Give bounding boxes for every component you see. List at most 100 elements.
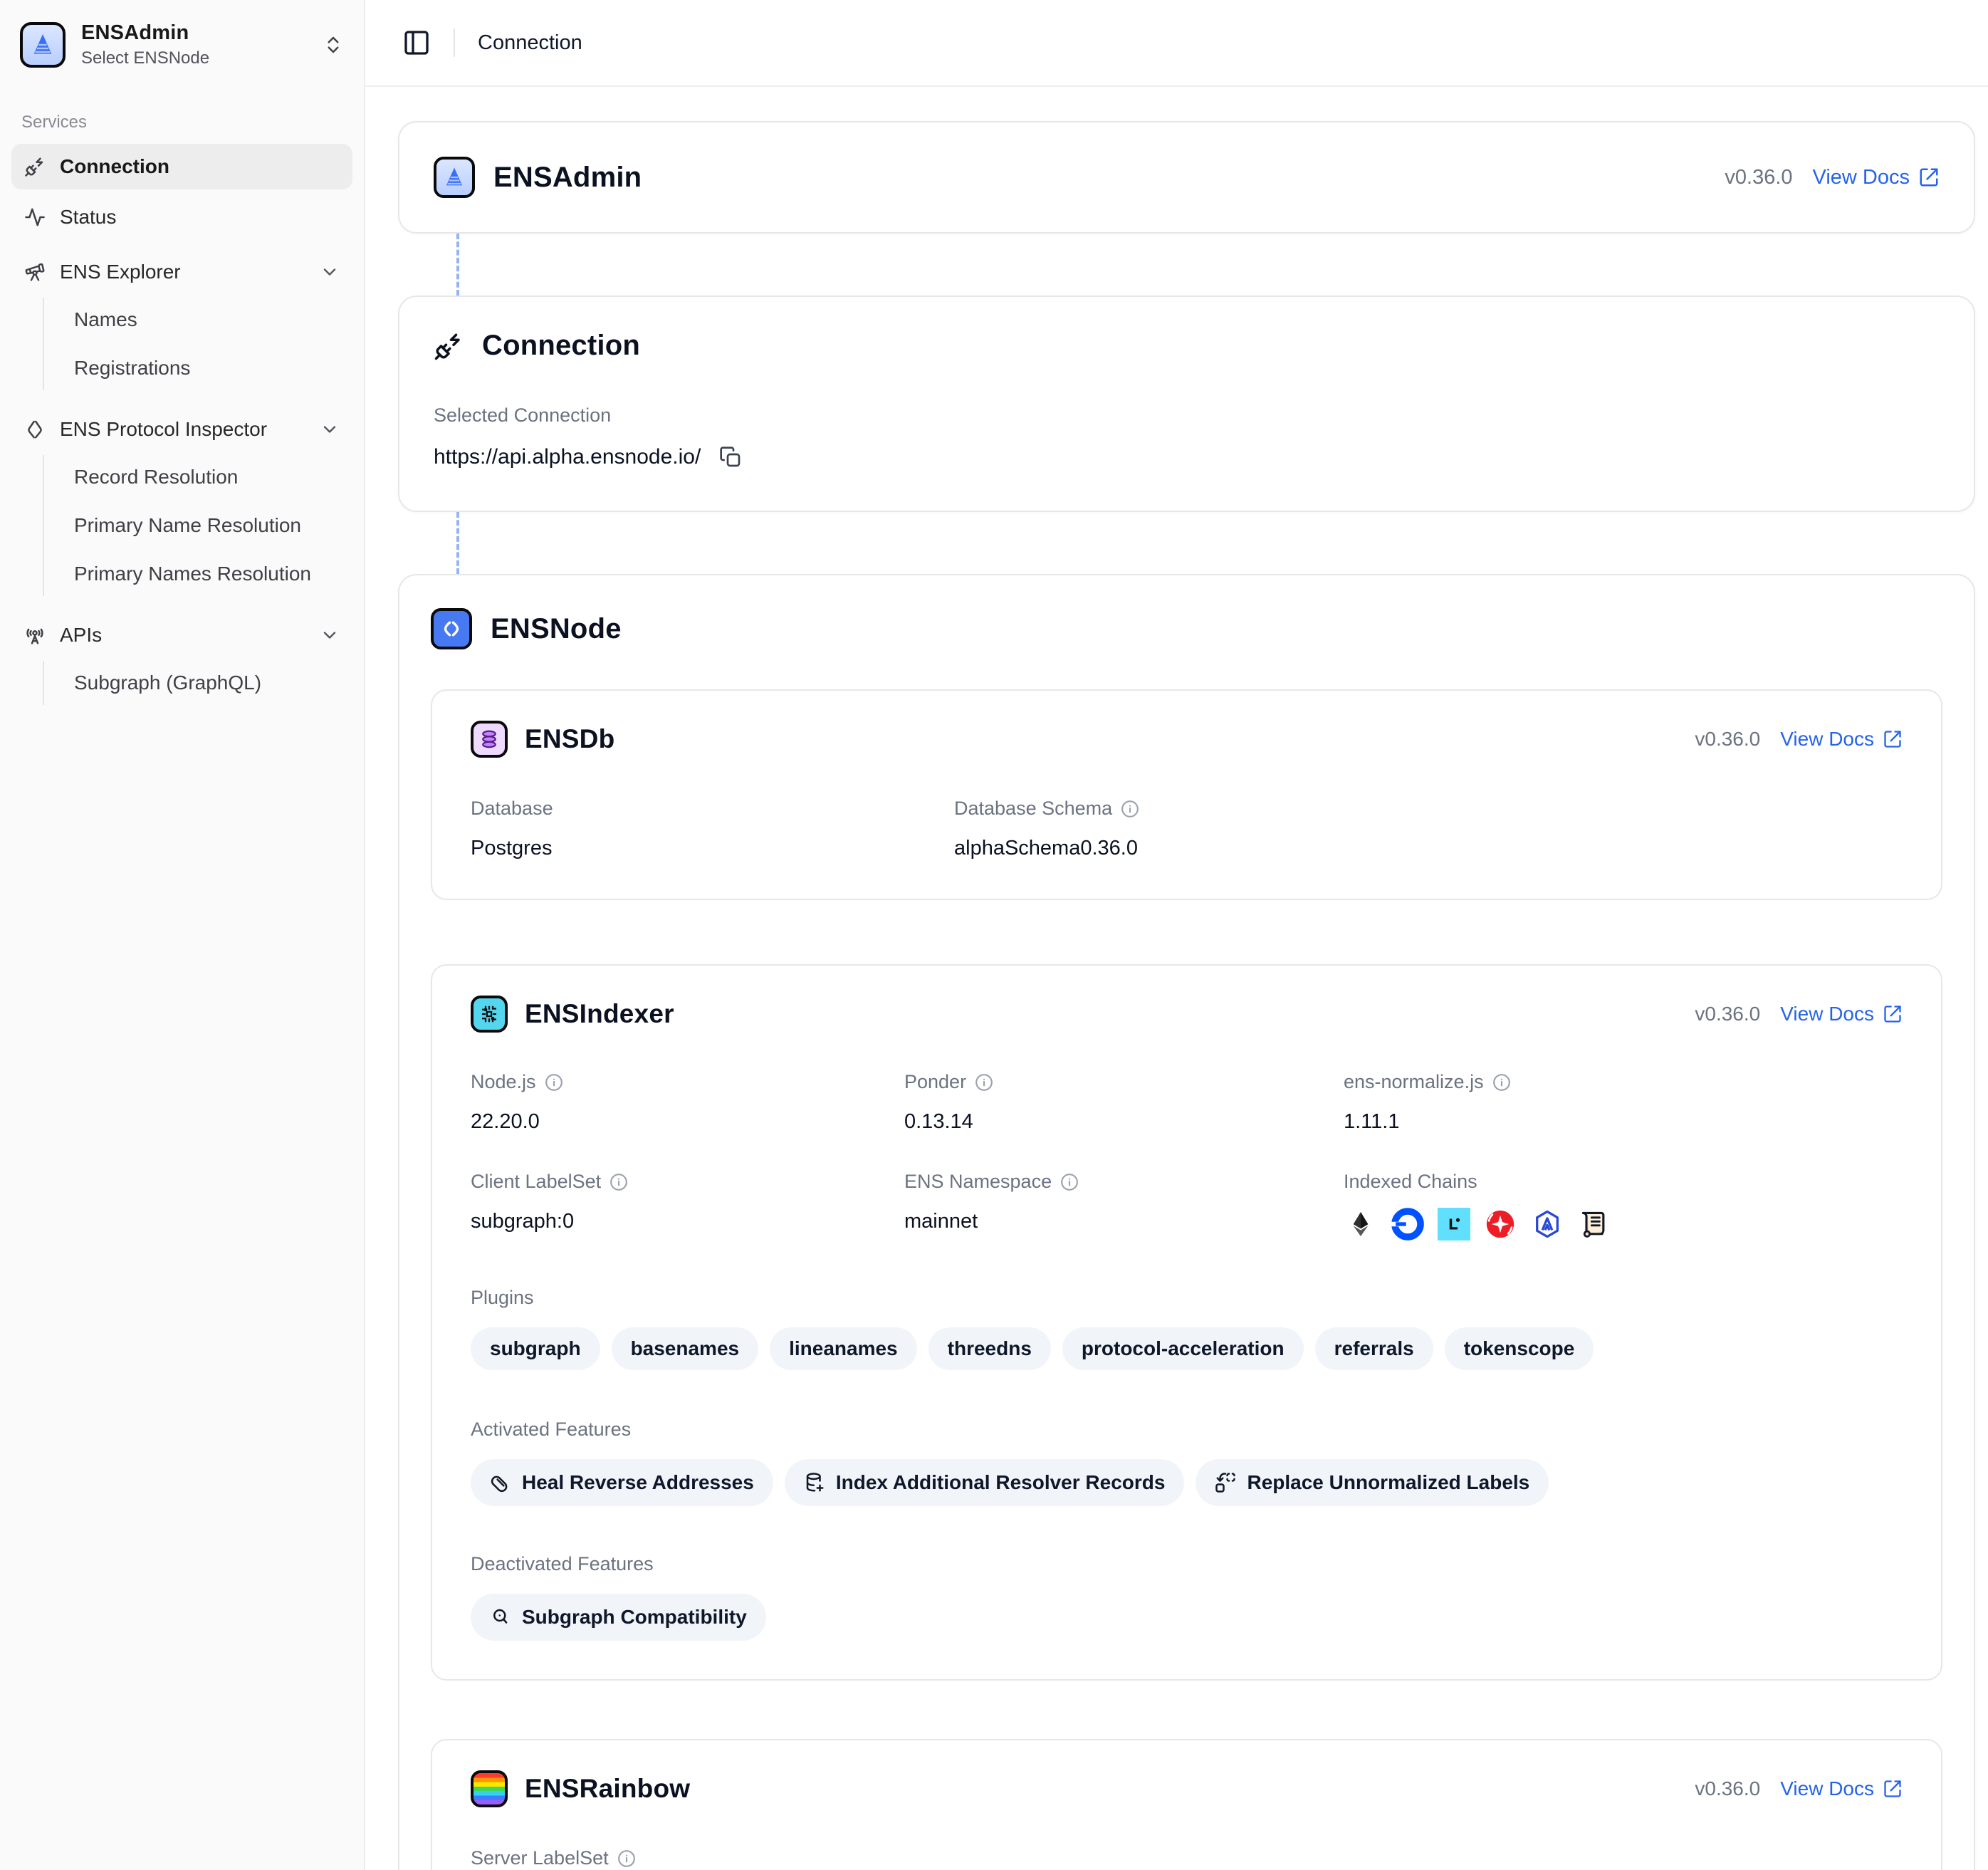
activity-icon <box>24 207 46 228</box>
plugin-chip: lineanames <box>770 1327 917 1370</box>
info-icon[interactable] <box>1492 1073 1511 1092</box>
info-icon[interactable] <box>610 1173 628 1191</box>
sidebar-item-apis[interactable]: APIs <box>11 612 352 658</box>
indexed-chains-label: Indexed Chains <box>1344 1171 1903 1193</box>
sidebar-item-ens-explorer[interactable]: ENS Explorer <box>11 249 352 295</box>
sidebar-item-record-resolution[interactable]: Record Resolution <box>63 455 352 499</box>
chain-arbitrum-icon <box>1530 1207 1564 1241</box>
plugin-chip: protocol-acceleration <box>1062 1327 1304 1370</box>
info-icon[interactable] <box>545 1073 563 1092</box>
feature-chip-heal-reverse-addresses: Heal Reverse Addresses <box>471 1459 773 1506</box>
ensrainbow-view-docs-link[interactable]: View Docs <box>1780 1777 1903 1800</box>
plug-zap-icon <box>24 156 46 177</box>
field-indexed-chains: Indexed Chains <box>1344 1171 1903 1241</box>
sidebar-nav: Connection Status ENS Explorer Names Reg… <box>11 144 352 712</box>
database-plus-icon <box>804 1472 825 1493</box>
angle-brackets-icon <box>439 617 464 641</box>
plugin-chip: subgraph <box>471 1327 600 1370</box>
field-database: Database Postgres <box>471 798 954 860</box>
sidebar-item-primary-names-resolution[interactable]: Primary Names Resolution <box>63 552 352 596</box>
app-title: ENSAdmin <box>81 21 209 45</box>
chevron-down-icon[interactable] <box>320 262 340 282</box>
activated-features-row: Heal Reverse Addresses Index Additional … <box>471 1459 1903 1506</box>
external-link-icon <box>1883 1004 1903 1024</box>
field-database-schema: Database Schema alphaSchema0.36.0 <box>954 798 1903 860</box>
field-ponder: Ponder 0.13.14 <box>904 1071 1344 1134</box>
sidebar-item-ens-protocol-inspector[interactable]: ENS Protocol Inspector <box>11 407 352 452</box>
sidebar-item-subgraph-graphql[interactable]: Subgraph (GraphQL) <box>63 661 352 705</box>
feature-chip-subgraph-compatibility: Subgraph Compatibility <box>471 1594 766 1641</box>
external-link-icon <box>1883 1779 1903 1799</box>
ensnode-card: ENSNode ENSDb v0.36.0 View Docs <box>398 574 1975 1870</box>
ensindexer-card-title: ENSIndexer <box>525 999 674 1029</box>
ensindexer-view-docs-link[interactable]: View Docs <box>1780 1003 1903 1025</box>
breadcrumb: Connection <box>478 31 582 55</box>
ensrainbow-logo <box>471 1770 508 1807</box>
ensadmin-logo <box>20 22 66 68</box>
connection-card-title: Connection <box>482 330 640 362</box>
feature-chip-index-additional-resolver-records: Index Additional Resolver Records <box>785 1459 1185 1506</box>
ensdb-card-title: ENSDb <box>525 724 614 754</box>
ens-triangle-icon <box>28 31 57 59</box>
ensdb-view-docs-link[interactable]: View Docs <box>1780 728 1903 751</box>
pill-icon <box>490 1472 511 1493</box>
chevrons-up-down-icon[interactable] <box>323 34 344 56</box>
topbar-divider <box>454 28 455 57</box>
sidebar-item-label: ENS Protocol Inspector <box>60 418 267 441</box>
info-icon[interactable] <box>1060 1173 1079 1191</box>
ensadmin-card: ENSAdmin v0.36.0 View Docs <box>398 121 1975 234</box>
feature-chip-replace-unnormalized-labels: Replace Unnormalized Labels <box>1196 1459 1549 1506</box>
field-server-labelset: Server LabelSet subgraph:0 <box>471 1847 1903 1870</box>
ensnode-selector[interactable]: ENSAdmin Select ENSNode <box>11 14 352 75</box>
copy-url-button[interactable] <box>719 446 742 469</box>
sidebar-item-status[interactable]: Status <box>11 194 352 240</box>
ensnode-logo <box>431 608 472 649</box>
deactivated-features-label: Deactivated Features <box>471 1553 1903 1575</box>
search-check-icon <box>490 1607 511 1628</box>
ensadmin-version: v0.36.0 <box>1725 166 1792 189</box>
telescope-icon <box>24 261 46 283</box>
connection-card: Connection Selected Connection https://a… <box>398 296 1975 512</box>
topbar: Connection <box>365 0 1988 87</box>
ensindexer-logo <box>471 996 508 1033</box>
deactivated-features-row: Subgraph Compatibility <box>471 1594 1903 1641</box>
plugin-chip: threedns <box>928 1327 1051 1370</box>
ensrainbow-card-title: ENSRainbow <box>525 1774 690 1804</box>
apis-sublist: Subgraph (GraphQL) <box>43 661 352 705</box>
info-icon[interactable] <box>617 1849 636 1868</box>
replace-icon <box>1215 1472 1236 1493</box>
app-subtitle: Select ENSNode <box>81 48 209 68</box>
chevron-down-icon[interactable] <box>320 419 340 439</box>
radio-tower-icon <box>24 625 46 646</box>
info-icon[interactable] <box>975 1073 993 1092</box>
ensdb-version: v0.36.0 <box>1695 728 1760 751</box>
sidebar-toggle-button[interactable] <box>402 28 431 57</box>
sidebar-item-label: Status <box>60 206 116 229</box>
ensadmin-card-title: ENSAdmin <box>493 162 642 194</box>
sidebar-item-connection[interactable]: Connection <box>11 144 352 189</box>
chain-ethereum-icon <box>1344 1207 1378 1241</box>
chain-linea-icon <box>1438 1208 1470 1240</box>
sidebar-item-names[interactable]: Names <box>63 298 352 342</box>
ensadmin-view-docs-link[interactable]: View Docs <box>1813 166 1940 189</box>
ensnode-card-title: ENSNode <box>491 613 622 645</box>
connection-url: https://api.alpha.ensnode.io/ <box>434 445 701 469</box>
ensdb-logo <box>471 721 508 758</box>
sidebar-item-registrations[interactable]: Registrations <box>63 346 352 390</box>
info-icon[interactable] <box>1121 800 1139 818</box>
plugins-row: subgraph basenames lineanames threedns p… <box>471 1327 1903 1370</box>
sidebar-item-primary-name-resolution[interactable]: Primary Name Resolution <box>63 503 352 548</box>
external-link-icon <box>1883 729 1903 749</box>
sidebar-item-label: APIs <box>60 624 102 647</box>
chain-scroll-icon <box>1577 1207 1611 1241</box>
ens-explorer-sublist: Names Registrations <box>43 298 352 390</box>
plugin-chip: referrals <box>1315 1327 1433 1370</box>
sidebar-item-label: ENS Explorer <box>60 261 181 283</box>
ensdb-card: ENSDb v0.36.0 View Docs Database Postgre… <box>431 689 1942 900</box>
plugin-chip: basenames <box>612 1327 759 1370</box>
indexed-chains-row <box>1344 1207 1903 1241</box>
circuit-board-icon <box>478 1003 500 1025</box>
chevron-down-icon[interactable] <box>320 625 340 645</box>
connector-line <box>456 234 459 296</box>
ensindexer-version: v0.36.0 <box>1695 1003 1760 1025</box>
